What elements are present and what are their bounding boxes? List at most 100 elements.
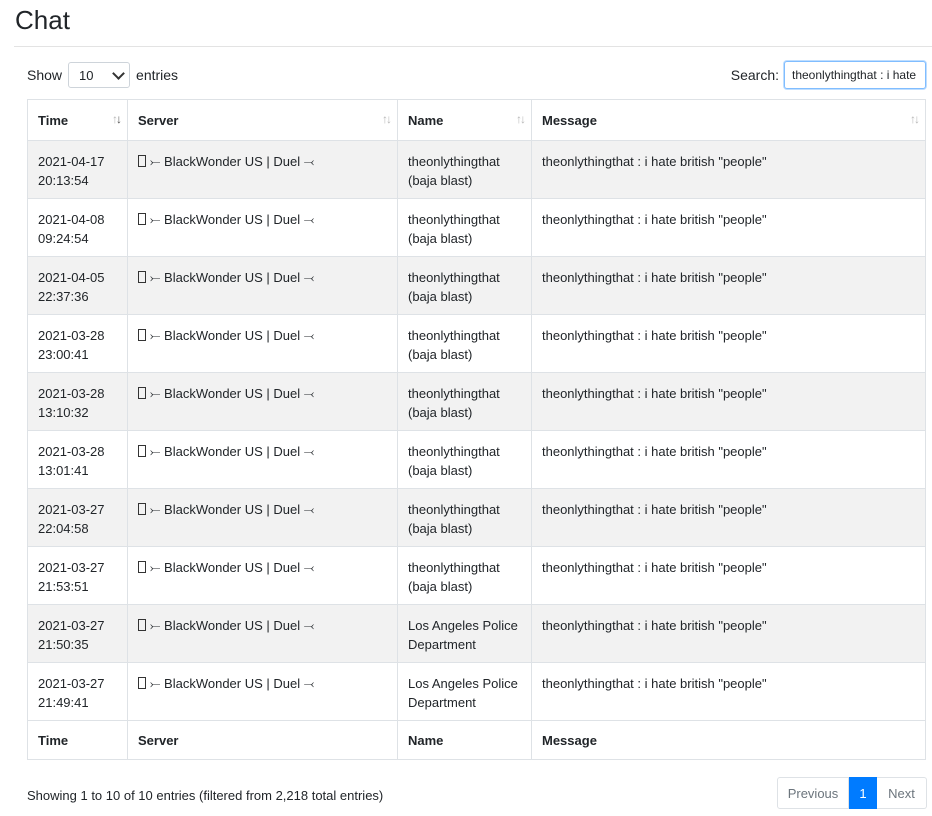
server-name: BlackWonder US | Duel: [164, 444, 301, 459]
name-line-2: (baja blast): [408, 347, 473, 362]
name-line-2: Department: [408, 695, 476, 710]
missing-glyph-icon: [138, 155, 146, 167]
table-row: 2021-04-08 09:24:54 ⤚ BlackWonder US | Due…: [27, 198, 926, 257]
missing-glyph-icon: [138, 329, 146, 341]
footer-label-server: Server: [127, 720, 398, 760]
flag-icon: ⤚: [150, 502, 161, 517]
cell-date: 2021-04-05: [38, 270, 105, 285]
column-label: Name: [408, 113, 444, 128]
search-label: Search:: [730, 67, 779, 83]
flag-icon: ⤙: [303, 154, 315, 169]
column-header-message[interactable]: Message ↑↓: [531, 99, 926, 141]
cell-date: 2021-03-28: [38, 328, 105, 343]
previous-button[interactable]: Previous: [777, 777, 849, 809]
cell-time: 2021-03-27 21:49:41: [27, 662, 128, 721]
page-title: Chat: [15, 5, 70, 35]
cell-message: theonlythingthat : i hate british "peopl…: [531, 488, 926, 547]
cell-name: theonlythingthat (baja blast): [397, 198, 532, 257]
cell-message: theonlythingthat : i hate british "peopl…: [531, 546, 926, 605]
cell-server: ⤚ BlackWonder US | Duel ⤙: [127, 546, 398, 605]
cell-time: 2021-03-27 22:04:58: [27, 488, 128, 547]
page-length-select[interactable]: 10: [68, 62, 131, 88]
cell-name: theonlythingthat (baja blast): [397, 372, 532, 431]
footer-label-message: Message: [531, 720, 926, 760]
cell-clock: 22:37:36: [38, 289, 89, 304]
flag-icon: ⤚: [150, 676, 161, 691]
chevron-down-icon: [112, 66, 125, 80]
cell-time: 2021-04-08 09:24:54: [27, 198, 128, 257]
name-line-1: theonlythingthat: [408, 560, 500, 575]
table-row: 2021-03-27 22:04:58 ⤚ BlackWonder US | Due…: [27, 488, 926, 547]
missing-glyph-icon: [138, 445, 146, 457]
flag-icon: ⤙: [303, 676, 315, 691]
name-line-2: (baja blast): [408, 579, 473, 594]
flag-icon: ⤚: [150, 270, 161, 285]
name-line-1: Los Angeles Police: [408, 676, 518, 691]
name-line-2: (baja blast): [408, 405, 473, 420]
sort-desc-icon: ↑↓: [112, 112, 122, 126]
cell-message: theonlythingthat : i hate british "peopl…: [531, 314, 926, 373]
cell-time: 2021-04-17 20:13:54: [27, 140, 128, 199]
name-line-1: theonlythingthat: [408, 328, 500, 343]
name-line-1: theonlythingthat: [408, 212, 500, 227]
missing-glyph-icon: [138, 271, 146, 283]
cell-message: theonlythingthat : i hate british "peopl…: [531, 140, 926, 199]
column-header-name[interactable]: Name ↑↓: [397, 99, 532, 141]
name-line-1: theonlythingthat: [408, 502, 500, 517]
name-line-2: Department: [408, 637, 476, 652]
name-line-1: theonlythingthat: [408, 386, 500, 401]
server-name: BlackWonder US | Duel: [164, 328, 301, 343]
cell-date: 2021-03-27: [38, 560, 105, 575]
server-name: BlackWonder US | Duel: [164, 618, 301, 633]
title-divider: [14, 46, 932, 47]
table-row: 2021-03-28 23:00:41 ⤚ BlackWonder US | Due…: [27, 314, 926, 373]
server-name: BlackWonder US | Duel: [164, 502, 301, 517]
cell-clock: 13:10:32: [38, 405, 89, 420]
cell-clock: 21:50:35: [38, 637, 89, 652]
search-input[interactable]: [784, 61, 926, 89]
missing-glyph-icon: [138, 387, 146, 399]
cell-server: ⤚ BlackWonder US | Duel ⤙: [127, 314, 398, 373]
table-header-row: Time ↑↓ Server ↑↓ Name ↑↓ Message ↑↓: [27, 99, 926, 141]
table-info: Showing 1 to 10 of 10 entries (filtered …: [27, 788, 384, 803]
flag-icon: ⤚: [150, 386, 161, 401]
page-length-control: Show 10 entries: [27, 62, 178, 88]
cell-date: 2021-03-27: [38, 676, 105, 691]
server-name: BlackWonder US | Duel: [164, 270, 301, 285]
sort-icon: ↑↓: [516, 112, 526, 126]
cell-time: 2021-04-05 22:37:36: [27, 256, 128, 315]
cell-time: 2021-03-27 21:53:51: [27, 546, 128, 605]
name-line-1: theonlythingthat: [408, 444, 500, 459]
cell-clock: 23:00:41: [38, 347, 89, 362]
cell-name: theonlythingthat (baja blast): [397, 256, 532, 315]
search-control: Search:: [731, 61, 926, 89]
footer-label-time: Time: [27, 720, 128, 760]
column-header-time[interactable]: Time ↑↓: [27, 99, 128, 141]
next-button[interactable]: Next: [877, 777, 927, 809]
name-line-2: (baja blast): [408, 173, 473, 188]
flag-icon: ⤚: [150, 618, 161, 633]
cell-message: theonlythingthat : i hate british "peopl…: [531, 430, 926, 489]
column-label: Message: [542, 113, 597, 128]
server-name: BlackWonder US | Duel: [164, 386, 301, 401]
column-header-server[interactable]: Server ↑↓: [127, 99, 398, 141]
page-1-button[interactable]: 1: [849, 777, 877, 809]
name-line-1: Los Angeles Police: [408, 618, 518, 633]
cell-server: ⤚ BlackWonder US | Duel ⤙: [127, 198, 398, 257]
table-row: 2021-03-28 13:10:32 ⤚ BlackWonder US | Due…: [27, 372, 926, 431]
cell-server: ⤚ BlackWonder US | Duel ⤙: [127, 662, 398, 721]
table-row: 2021-03-27 21:49:41 ⤚ BlackWonder US | Due…: [27, 662, 926, 721]
cell-name: Los Angeles Police Department: [397, 604, 532, 663]
cell-name: Los Angeles Police Department: [397, 662, 532, 721]
footer-label-name: Name: [397, 720, 532, 760]
name-line-2: (baja blast): [408, 463, 473, 478]
cell-time: 2021-03-28 13:10:32: [27, 372, 128, 431]
name-line-1: theonlythingthat: [408, 154, 500, 169]
page-length-value: 10: [79, 67, 94, 83]
flag-icon: ⤙: [303, 444, 315, 459]
flag-icon: ⤙: [303, 212, 315, 227]
cell-clock: 21:53:51: [38, 579, 89, 594]
cell-server: ⤚ BlackWonder US | Duel ⤙: [127, 372, 398, 431]
flag-icon: ⤚: [150, 560, 161, 575]
cell-message: theonlythingthat : i hate british "peopl…: [531, 372, 926, 431]
